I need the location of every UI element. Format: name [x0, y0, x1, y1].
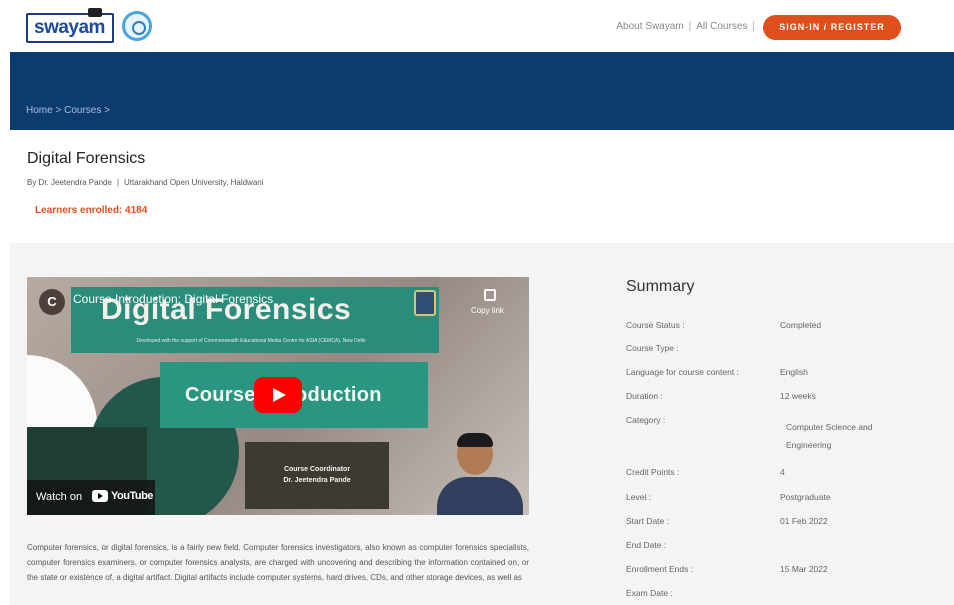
coordinator-text: Course Coordinator Dr. Jeetendra Pande	[245, 464, 389, 486]
byline-separator: |	[116, 178, 120, 187]
swayam-logo[interactable]: swayam	[26, 13, 114, 43]
summary-title: Summary	[626, 278, 695, 295]
youtube-video-title[interactable]: Course Introduction: Digital Forensics	[73, 292, 273, 306]
course-intro-video[interactable]: Digital Forensics Developed with the sup…	[27, 277, 529, 515]
summary-label-duration: Duration :	[626, 391, 663, 401]
emblem-logo-icon[interactable]	[122, 11, 152, 41]
summary-label-enrollment-ends: Enrollment Ends :	[626, 564, 694, 574]
summary-label-language: Language for course content :	[626, 367, 739, 377]
summary-label-category: Category :	[626, 415, 666, 425]
copy-link-label[interactable]: Copy link	[471, 306, 504, 315]
course-description: Computer forensics, or digital forensics…	[27, 543, 529, 582]
summary-value-credit-points: 4	[780, 467, 785, 477]
coordinator-name: Dr. Jeetendra Pande	[283, 477, 351, 484]
presenter-hair	[457, 433, 493, 447]
about-swayam-link[interactable]: About Swayam	[616, 21, 683, 32]
breadcrumb-courses-link[interactable]: Courses	[64, 105, 101, 116]
swayam-logo-text: swayam	[34, 17, 105, 38]
university-logo-icon	[414, 290, 436, 316]
breadcrumb-home-link[interactable]: Home	[26, 105, 53, 116]
sign-in-register-button[interactable]: SIGN-IN / REGISTER	[763, 15, 901, 40]
summary-label-end-date: End Date :	[626, 540, 667, 550]
nav-separator: |	[752, 21, 755, 32]
instructor-name: By Dr. Jeetendra Pande	[27, 178, 112, 187]
top-nav-links: About Swayam | All Courses |	[616, 21, 760, 32]
summary-value-category: Computer Science and Engineering	[786, 422, 873, 450]
slide-subtitle: Developed with the support of Commonweal…	[136, 338, 366, 344]
presenter-image	[429, 433, 529, 515]
summary-value-language: English	[780, 367, 808, 377]
summary-label-level: Level :	[626, 492, 652, 502]
summary-label-start-date: Start Date :	[626, 516, 669, 526]
all-courses-link[interactable]: All Courses	[696, 21, 747, 32]
play-button-icon[interactable]	[254, 377, 302, 413]
institution-name: Uttarakhand Open University, Haldwani	[124, 178, 264, 187]
youtube-logo-icon[interactable]	[92, 490, 108, 502]
summary-value-start-date: 01 Feb 2022	[780, 516, 828, 526]
summary-value-enrollment-ends: 15 Mar 2022	[780, 564, 828, 574]
summary-label-course-type: Course Type :	[626, 343, 679, 353]
coordinator-title: Course Coordinator	[283, 466, 351, 473]
graduation-cap-icon	[88, 8, 102, 17]
channel-avatar[interactable]: C	[39, 289, 65, 315]
top-header: swayam About Swayam | All Courses | SIGN-IN…	[0, 0, 954, 52]
presenter-body	[437, 477, 523, 515]
course-title: Digital Forensics	[27, 150, 146, 167]
course-byline: By Dr. Jeetendra Pande | Uttarakhand Open …	[27, 178, 264, 187]
nav-separator: |	[688, 21, 692, 32]
breadcrumb-separator: >	[104, 105, 110, 116]
summary-value-duration: 12 weeks	[780, 391, 816, 401]
copy-link-icon[interactable]	[484, 289, 496, 301]
breadcrumb-separator: >	[55, 105, 62, 116]
summary-label-exam-date: Exam Date :	[626, 588, 673, 598]
breadcrumb: Home > Courses >	[26, 105, 110, 116]
summary-value-level: Postgraduate	[780, 492, 831, 502]
summary-value-course-status: Completed	[780, 320, 822, 330]
youtube-wordmark[interactable]: YouTube	[111, 490, 153, 502]
summary-label-credit-points: Credit Points :	[626, 467, 680, 477]
summary-label-course-status: Course Status :	[626, 320, 685, 330]
learners-enrolled: Learners enrolled: 4184	[35, 205, 148, 216]
course-banner: Home > Courses >	[10, 52, 954, 130]
watch-on-label[interactable]: Watch on	[36, 491, 82, 503]
